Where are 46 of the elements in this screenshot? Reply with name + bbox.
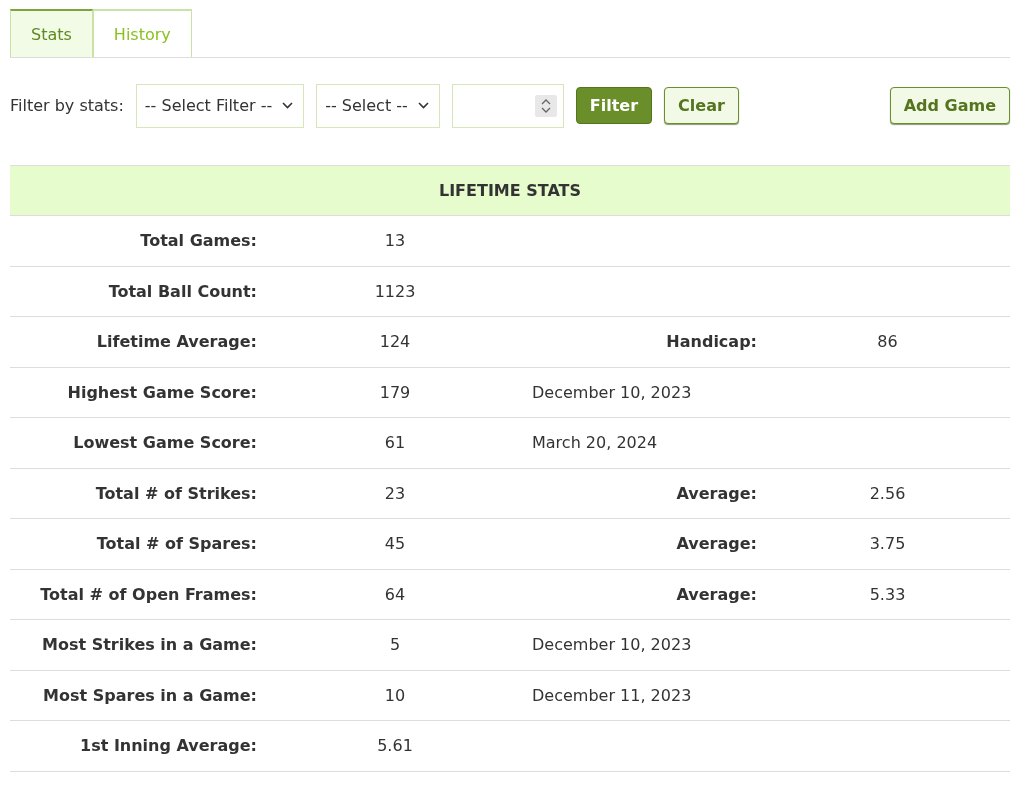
stat-value: 124: [378, 332, 412, 352]
stat-value: 1123: [373, 281, 417, 301]
select-dropdown[interactable]: -- Select --: [316, 83, 440, 128]
stat-value: 5.61: [376, 736, 414, 756]
chevron-icon: [417, 102, 429, 109]
filter-button[interactable]: Filter: [575, 87, 653, 124]
stat-value: 3.75: [868, 534, 907, 554]
stat-label: Average:: [675, 483, 758, 503]
stat-label: Highest Game Score:: [66, 382, 258, 402]
stat-label: Total # of Strikes:: [94, 483, 258, 503]
stat-value: 64: [383, 584, 407, 604]
stat-label: Total # of Open Frames:: [39, 584, 258, 604]
stat-label: Total # of Spares:: [95, 534, 258, 554]
tab[interactable]: Stats: [10, 9, 93, 57]
select-dropdown[interactable]: -- Select Filter --: [135, 83, 305, 128]
stat-value: 10: [383, 685, 407, 705]
stat-date: March 20, 2024: [531, 433, 659, 453]
stat-label: 1st Inning Average:: [79, 736, 258, 756]
stat-label: Lifetime Average:: [95, 332, 258, 352]
stat-label: Most Strikes in a Game:: [40, 635, 258, 655]
stat-label: Lowest Game Score:: [72, 433, 258, 453]
spinner-icon[interactable]: [534, 94, 557, 117]
filter-label: Filter by stats:: [10, 96, 124, 115]
stat-value: 86: [876, 332, 899, 352]
chevron-icon: [282, 102, 294, 109]
stat-label: Most Spares in a Game:: [42, 685, 258, 705]
stat-value: 2.56: [868, 483, 907, 503]
stat-value: 5.33: [868, 584, 907, 604]
stat-label: Total Games:: [139, 231, 258, 251]
clear-button[interactable]: Clear: [664, 87, 739, 124]
stat-label: Handicap:: [665, 332, 758, 352]
stat-value: 61: [383, 433, 407, 453]
stat-date: December 10, 2023: [531, 382, 693, 402]
number-field[interactable]: [451, 83, 564, 128]
stat-value: 23: [383, 483, 407, 503]
stat-value: 45: [383, 534, 407, 554]
add-game-button[interactable]: Add Game: [889, 87, 1010, 124]
stat-date: December 10, 2023: [531, 635, 693, 655]
stat-value: 179: [378, 382, 412, 402]
stat-label: Total Ball Count:: [107, 281, 258, 301]
stat-label: Average:: [675, 584, 758, 604]
stat-date: December 11, 2023: [531, 685, 693, 705]
stat-value: 5: [388, 635, 402, 655]
table-heading: LIFETIME STATS: [10, 165, 1010, 216]
stat-label: Average:: [675, 534, 758, 554]
stat-value: 13: [383, 231, 407, 251]
